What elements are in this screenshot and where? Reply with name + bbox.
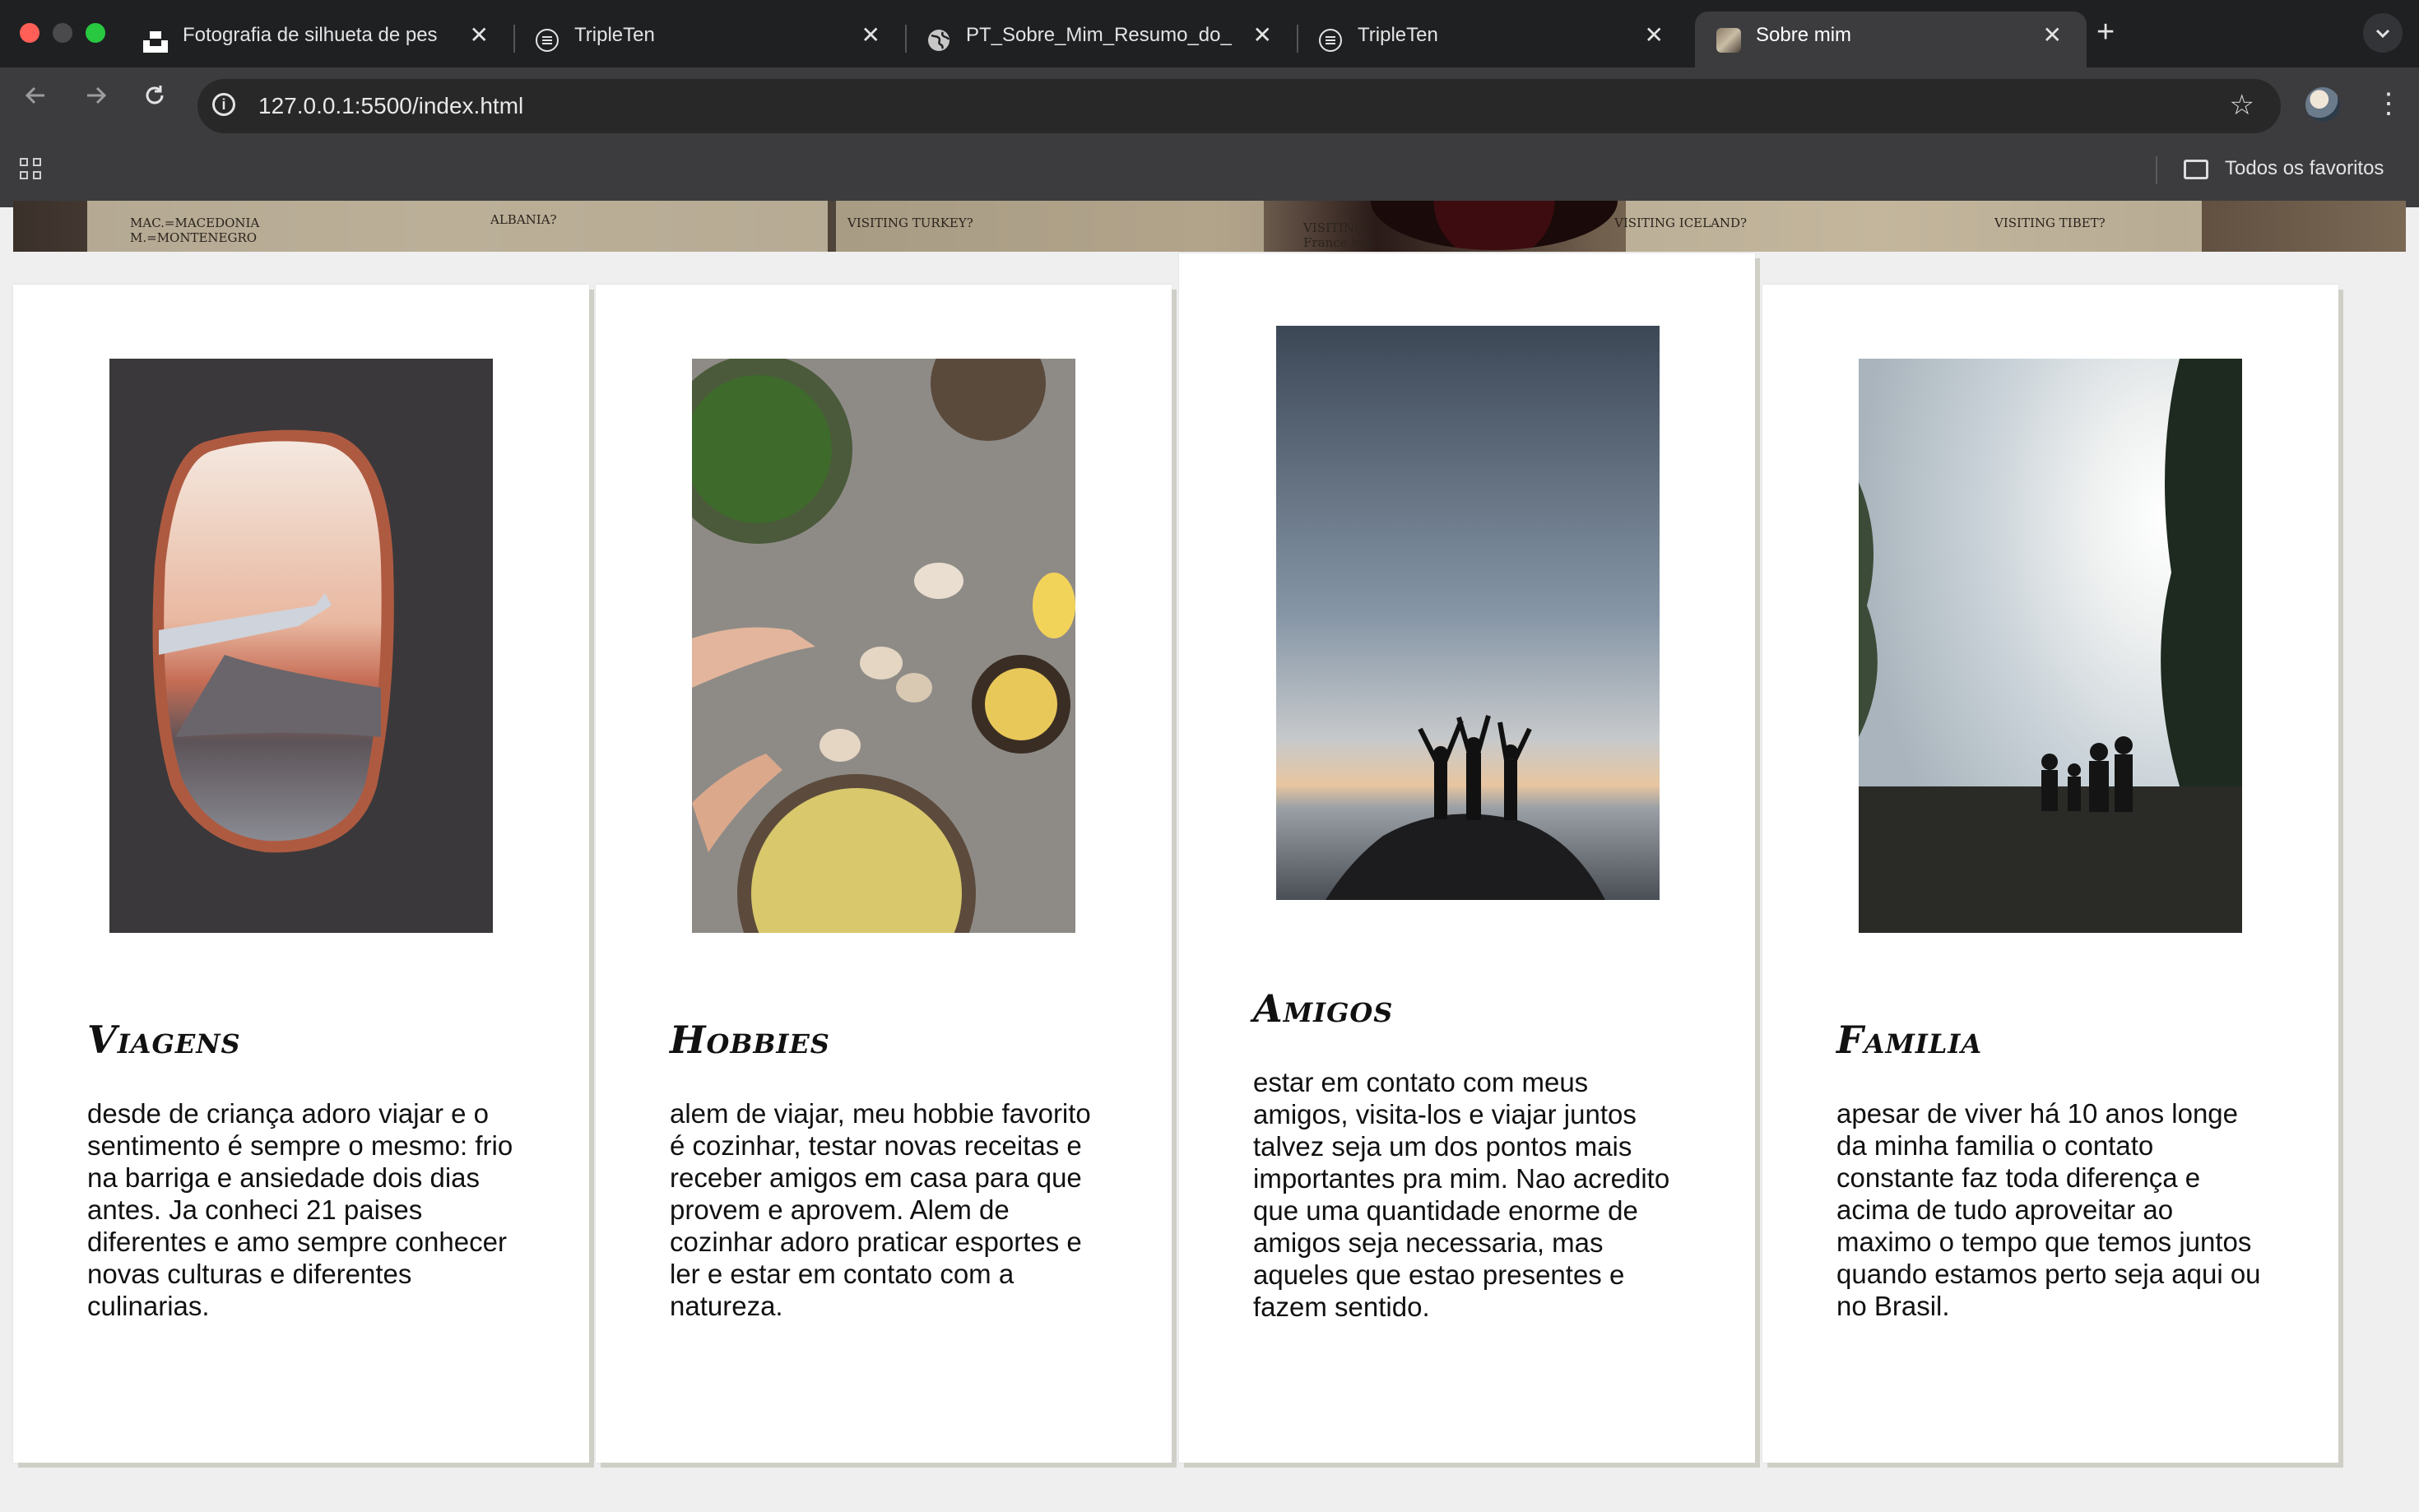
card-text: apesar de viver há 10 anos longe da minh…	[1836, 1098, 2261, 1321]
header-banner-image: MAC.=MACEDONIA M.=MONTENEGRO ALBANIA? VI…	[13, 201, 2406, 252]
close-tab-icon[interactable]: ✕	[2043, 21, 2062, 49]
tab-unsplash[interactable]: Fotografia de silhueta de pes ✕	[122, 12, 515, 67]
card-viagens: Viagens desde de criança adoro viajar e …	[13, 285, 589, 1463]
address-bar[interactable]: i 127.0.0.1:5500/index.html ☆	[197, 79, 2281, 133]
tab-resumo[interactable]: PT_Sobre_Mim_Resumo_do_ ✕	[905, 12, 1298, 67]
card-amigos: Amigos estar em contato com meus amigos,…	[1179, 253, 1755, 1463]
close-tab-icon[interactable]: ✕	[861, 21, 880, 49]
tab-title: Fotografia de silhueta de pes	[183, 24, 438, 46]
bookmark-star-icon[interactable]: ☆	[2230, 89, 2254, 122]
site-icon	[1716, 28, 1741, 53]
tab-title: PT_Sobre_Mim_Resumo_do_	[966, 24, 1232, 46]
banner-note: M.=MONTENEGRO	[130, 230, 258, 245]
new-tab-button[interactable]: +	[2096, 15, 2115, 49]
window-close-button[interactable]	[20, 23, 39, 43]
card-title: Amigos	[1253, 986, 1394, 1031]
close-tab-icon[interactable]: ✕	[1645, 21, 1664, 49]
tab-title: Sobre mim	[1756, 24, 1852, 46]
card-title: Viagens	[87, 1018, 241, 1062]
banner-note: MAC.=MACEDONIA	[130, 216, 260, 230]
card-familia: Familia apesar de viver há 10 anos longe…	[1762, 285, 2338, 1463]
bowl-shape	[1371, 201, 1618, 250]
card-title: Familia	[1836, 1018, 1983, 1062]
friends-silhouette-photo	[1276, 326, 1660, 900]
chevron-down-icon	[2375, 29, 2390, 39]
reload-button[interactable]	[138, 79, 171, 122]
tab-title: TripleTen	[1358, 24, 1438, 46]
card-text: desde de criança adoro viajar e o sentim…	[87, 1098, 513, 1321]
globe-icon	[926, 28, 951, 53]
all-bookmarks-link[interactable]: Todos os favoritos	[2225, 155, 2384, 183]
airplane-window-photo	[109, 359, 493, 933]
more-menu-icon[interactable]: ⋮	[2375, 87, 2403, 120]
arrow-left-icon	[25, 86, 44, 104]
tab-search-button[interactable]	[2363, 13, 2403, 53]
banner-note: VISITING ICELAND?	[1614, 216, 1748, 230]
profile-avatar[interactable]	[2305, 87, 2340, 122]
unsplash-icon	[143, 28, 168, 53]
banner-note: France has	[1303, 235, 1373, 250]
banner-note: VISITING TURKEY?	[847, 216, 973, 230]
info-icon[interactable]: i	[212, 93, 235, 116]
tab-sobre-mim[interactable]: Sobre mim ✕	[1695, 12, 2087, 67]
banner-note: VISITING TIBET?	[1994, 216, 2106, 230]
banner-note: ALBANIA?	[490, 212, 557, 227]
cooking-photo	[692, 359, 1075, 933]
bookmarks-divider	[2156, 156, 2157, 184]
banner-note: VISITING	[1303, 220, 1364, 235]
card-title: Hobbies	[670, 1018, 830, 1062]
card-text: estar em contato com meus amigos, visita…	[1253, 1067, 1670, 1322]
folder-icon[interactable]	[2184, 160, 2208, 179]
back-button[interactable]	[20, 79, 53, 122]
close-tab-icon[interactable]: ✕	[470, 21, 489, 49]
tripleten-icon	[1318, 28, 1343, 53]
arrow-right-icon	[87, 86, 107, 104]
apps-grid-icon[interactable]	[20, 158, 43, 181]
tab-tripleten-2[interactable]: TripleTen ✕	[1297, 12, 1688, 67]
tab-title: TripleTen	[574, 24, 655, 46]
card-text: alem de viajar, meu hobbie favorito é co…	[670, 1098, 1091, 1321]
reload-icon	[146, 86, 164, 104]
forward-button[interactable]	[79, 79, 112, 122]
window-zoom-button[interactable]	[86, 23, 105, 43]
window-minimize-button[interactable]	[53, 23, 72, 43]
tripleten-icon	[535, 28, 559, 53]
family-sunset-photo	[1859, 359, 2242, 933]
close-tab-icon[interactable]: ✕	[1253, 21, 1272, 49]
tab-tripleten-1[interactable]: TripleTen ✕	[513, 12, 907, 67]
tab-strip: Fotografia de silhueta de pes ✕ TripleTe…	[0, 0, 2419, 67]
card-hobbies: Hobbies alem de viajar, meu hobbie favor…	[596, 285, 1172, 1463]
browser-toolbar: i 127.0.0.1:5500/index.html ☆ ⋮ Todos os…	[0, 67, 2419, 207]
url-text[interactable]: 127.0.0.1:5500/index.html	[258, 91, 523, 121]
